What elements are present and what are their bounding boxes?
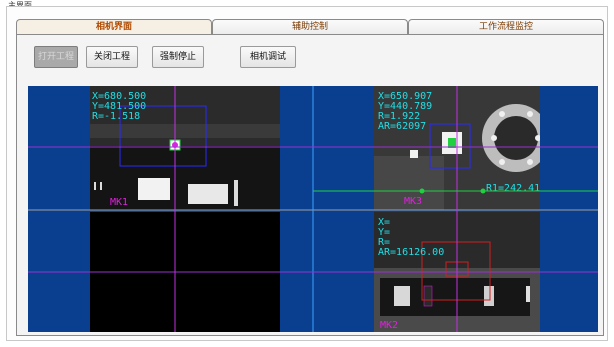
camera-view: X=680.500 Y=481.500 R=-1.518 MK1 MK3 X=6…	[28, 86, 598, 332]
force-stop-button[interactable]: 强制停止	[152, 46, 204, 68]
close-project-button[interactable]: 关闭工程	[86, 46, 138, 68]
green-guide-point-right	[480, 188, 486, 194]
camera-debug-button[interactable]: 相机调试	[240, 46, 296, 68]
open-project-button[interactable]: 打开工程	[34, 46, 78, 68]
green-guide-point-left	[419, 188, 425, 194]
tab-workflow-monitor[interactable]: 工作流程监控	[408, 19, 604, 34]
tab-aux-control[interactable]: 辅助控制	[212, 19, 408, 34]
tab-bar: 相机界面 辅助控制 工作流程监控	[16, 19, 604, 35]
crosshair-overlay	[28, 86, 598, 332]
tab-camera[interactable]: 相机界面	[16, 19, 212, 35]
